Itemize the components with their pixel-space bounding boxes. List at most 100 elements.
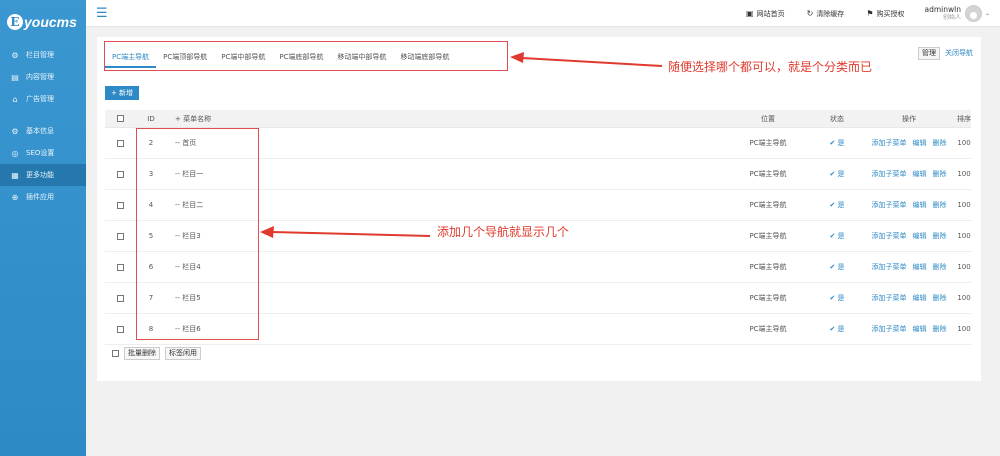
delete-link[interactable]: 删除 — [933, 263, 947, 271]
header-sort: 排序 — [957, 114, 971, 123]
avatar-head — [969, 12, 977, 19]
add-submenu-link[interactable]: 添加子菜单 — [872, 325, 907, 333]
add-submenu-link[interactable]: 添加子菜单 — [872, 170, 907, 178]
row-ops: 添加子菜单 编辑 删除 — [861, 231, 957, 241]
edit-link[interactable]: 编辑 — [913, 263, 927, 271]
row-sort: 100 — [957, 232, 971, 240]
row-checkbox-cell — [105, 325, 135, 333]
delete-link[interactable]: 删除 — [933, 325, 947, 333]
row-ops: 添加子菜单 编辑 删除 — [861, 293, 957, 303]
sidebar-nav: ⚙ 栏目管理 ▤ 内容管理 ⌂ 广告管理 ⚙ 基本信息 ◎ SEO设置 ▦ 更多功能 ⊕ 插件应用 — [0, 44, 86, 208]
row-checkbox-cell — [105, 170, 135, 178]
row-status[interactable]: ✔ 是 — [813, 262, 861, 272]
add-button[interactable]: + 新增 — [105, 86, 139, 100]
add-submenu-link[interactable]: 添加子菜单 — [872, 139, 907, 147]
row-status-label: 是 — [837, 139, 845, 147]
row-checkbox[interactable] — [116, 139, 124, 147]
sidebar-item[interactable]: ▤ 内容管理 — [0, 66, 86, 88]
edit-link[interactable]: 编辑 — [913, 232, 927, 240]
sidebar-item[interactable]: ⚙ 基本信息 — [0, 120, 86, 142]
logo[interactable]: E youcms — [0, 0, 86, 44]
edit-link[interactable]: 编辑 — [913, 139, 927, 147]
add-submenu-link[interactable]: 添加子菜单 — [872, 294, 907, 302]
delete-link[interactable]: 删除 — [933, 139, 947, 147]
row-status[interactable]: ✔ 是 — [813, 138, 861, 148]
sidebar-item-label: 更多功能 — [26, 171, 54, 179]
add-submenu-link[interactable]: 添加子菜单 — [872, 201, 907, 209]
sidebar-item-label: 栏目管理 — [26, 51, 54, 59]
row-status[interactable]: ✔ 是 — [813, 293, 861, 303]
sidebar-item[interactable]: ⊕ 插件应用 — [0, 186, 86, 208]
sidebar-item-label: 内容管理 — [26, 73, 54, 81]
delete-link[interactable]: 删除 — [933, 201, 947, 209]
close-nav-link[interactable]: 关闭导航 — [945, 47, 973, 60]
delete-link[interactable]: 删除 — [933, 232, 947, 240]
row-checkbox[interactable] — [116, 325, 124, 333]
row-checkbox[interactable] — [116, 294, 124, 302]
check-circle-icon: ✔ — [829, 325, 836, 333]
menu-toggle-icon[interactable]: ☰ — [96, 6, 108, 21]
document-icon: ▤ — [11, 72, 19, 82]
refresh-icon: ↻ — [806, 9, 814, 18]
avatar[interactable] — [964, 5, 982, 22]
edit-link[interactable]: 编辑 — [913, 325, 927, 333]
row-position: PC端主导航 — [749, 263, 787, 271]
row-checkbox-cell — [105, 294, 135, 302]
check-circle-icon: ✔ — [829, 201, 836, 209]
sidebar-item[interactable]: ▦ 更多功能 — [0, 164, 86, 186]
annotation-tabs-note: 随便选择哪个都可以，就是个分类而已 — [668, 60, 873, 74]
row-checkbox[interactable] — [116, 232, 124, 240]
user-name: adminwln — [924, 4, 961, 14]
row-checkbox[interactable] — [116, 201, 124, 209]
sidebar-item-label: 广告管理 — [26, 95, 54, 103]
topbar: ☰ ▣ 网站首页 ↻ 清除缓存 ⚑ 购买授权 adminwln 创始人 ⌄ — [86, 0, 1000, 27]
edit-link[interactable]: 编辑 — [913, 201, 927, 209]
row-status[interactable]: ✔ 是 — [813, 169, 861, 179]
row-status[interactable]: ✔ 是 — [813, 231, 861, 241]
select-all-checkbox[interactable] — [116, 115, 124, 122]
user-menu[interactable]: adminwln 创始人 ⌄ — [924, 5, 990, 22]
mark-unused-button[interactable]: 标签闲用 — [165, 347, 201, 360]
row-sort: 100 — [957, 325, 971, 333]
row-status[interactable]: ✔ 是 — [813, 200, 861, 210]
row-sort: 100 — [957, 294, 971, 302]
sidebar-item-label: 插件应用 — [26, 193, 54, 201]
header-status: 状态 — [830, 114, 844, 123]
top-link-home[interactable]: ▣ 网站首页 — [746, 9, 785, 19]
table-footer: 批量删除 标签闲用 — [112, 347, 201, 360]
sidebar-item[interactable]: ⌂ 广告管理 — [0, 88, 86, 110]
delete-link[interactable]: 删除 — [933, 170, 947, 178]
row-position: PC端主导航 — [749, 294, 787, 302]
home-icon: ⌂ — [12, 94, 18, 104]
row-checkbox-cell — [105, 232, 135, 240]
row-sort: 100 — [957, 170, 971, 178]
row-status[interactable]: ✔ 是 — [813, 324, 861, 334]
delete-link[interactable]: 删除 — [933, 294, 947, 302]
row-checkbox-cell — [105, 263, 135, 271]
add-submenu-link[interactable]: 添加子菜单 — [872, 263, 907, 271]
check-circle-icon: ✔ — [829, 232, 836, 240]
footer-select-all-checkbox[interactable] — [112, 350, 119, 357]
edit-link[interactable]: 编辑 — [913, 170, 927, 178]
top-link-clear-cache[interactable]: ↻ 清除缓存 — [807, 9, 845, 19]
row-sort: 100 — [957, 139, 971, 147]
top-link-label: 清除缓存 — [816, 9, 845, 18]
batch-delete-button[interactable]: 批量删除 — [124, 347, 160, 360]
plugin-icon: ⊕ — [11, 192, 19, 202]
row-checkbox[interactable] — [116, 263, 124, 271]
sidebar-item[interactable]: ⚙ 栏目管理 — [0, 44, 86, 66]
annotation-rows-note: 添加几个导航就显示几个 — [437, 225, 570, 239]
add-submenu-link[interactable]: 添加子菜单 — [872, 232, 907, 240]
grid-icon: ▦ — [11, 170, 19, 180]
sidebar-item[interactable]: ◎ SEO设置 — [0, 142, 86, 164]
edit-link[interactable]: 编辑 — [913, 294, 927, 302]
header-id: ID — [147, 114, 155, 123]
row-checkbox[interactable] — [116, 170, 124, 178]
row-status-label: 是 — [837, 170, 845, 178]
chevron-down-icon[interactable]: ⌄ — [985, 10, 990, 17]
header-name[interactable]: + 菜单名称 — [167, 114, 723, 124]
row-sort: 100 — [957, 201, 971, 209]
manage-button[interactable]: 管理 — [918, 47, 940, 60]
row-sort: 100 — [957, 263, 971, 271]
top-link-buy-license[interactable]: ⚑ 购买授权 — [866, 9, 904, 19]
